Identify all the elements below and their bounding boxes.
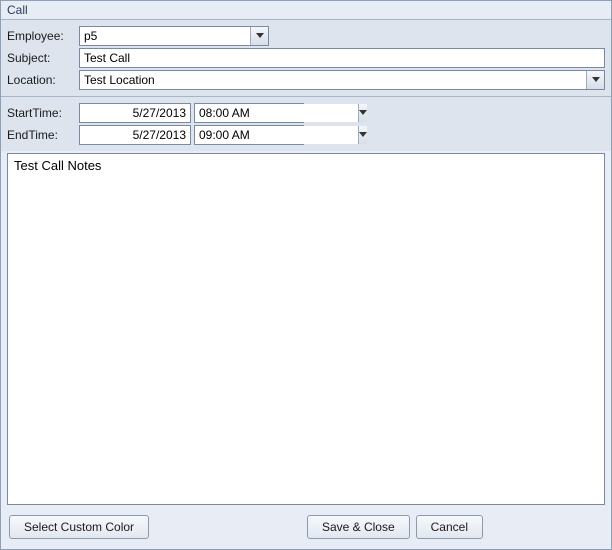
start-time-label: StartTime:: [7, 106, 75, 120]
chevron-down-icon: [256, 33, 264, 39]
end-time-dropdown-button[interactable]: [358, 126, 367, 144]
start-time-row: StartTime:: [7, 103, 605, 123]
employee-label: Employee:: [7, 29, 75, 43]
end-date-input[interactable]: [79, 125, 191, 145]
start-time-dropdown-button[interactable]: [358, 104, 367, 122]
select-custom-color-button[interactable]: Select Custom Color: [9, 515, 149, 539]
location-dropdown-button[interactable]: [586, 71, 604, 89]
location-label: Location:: [7, 73, 75, 87]
chevron-down-icon: [592, 77, 600, 83]
chevron-down-icon: [359, 110, 367, 116]
cancel-button[interactable]: Cancel: [416, 515, 483, 539]
subject-row: Subject:: [7, 48, 605, 68]
notes-container: [7, 153, 605, 505]
employee-dropdown-button[interactable]: [250, 27, 268, 45]
save-and-close-button[interactable]: Save & Close: [307, 515, 410, 539]
end-time-combo[interactable]: [194, 125, 304, 145]
end-time-input[interactable]: [195, 126, 358, 144]
location-row: Location:: [7, 70, 605, 90]
location-input[interactable]: [80, 71, 586, 89]
start-date-input[interactable]: [79, 103, 191, 123]
time-section: StartTime: EndTime:: [1, 96, 611, 151]
subject-label: Subject:: [7, 51, 75, 65]
location-combo[interactable]: [79, 70, 605, 90]
employee-row: Employee:: [7, 26, 605, 46]
chevron-down-icon: [359, 132, 367, 138]
end-time-label: EndTime:: [7, 128, 75, 142]
end-time-row: EndTime:: [7, 125, 605, 145]
dialog-footer: Select Custom Color Save & Close Cancel: [1, 509, 611, 549]
subject-input[interactable]: [79, 48, 605, 68]
call-dialog: Call Employee: Subject: Location:: [0, 0, 612, 550]
employee-input[interactable]: [80, 27, 250, 45]
notes-textarea[interactable]: [8, 154, 604, 504]
employee-combo[interactable]: [79, 26, 269, 46]
start-time-input[interactable]: [195, 104, 358, 122]
footer-center-buttons: Save & Close Cancel: [307, 515, 483, 539]
start-time-combo[interactable]: [194, 103, 304, 123]
window-title: Call: [1, 1, 611, 19]
details-section: Employee: Subject: Location:: [1, 19, 611, 96]
